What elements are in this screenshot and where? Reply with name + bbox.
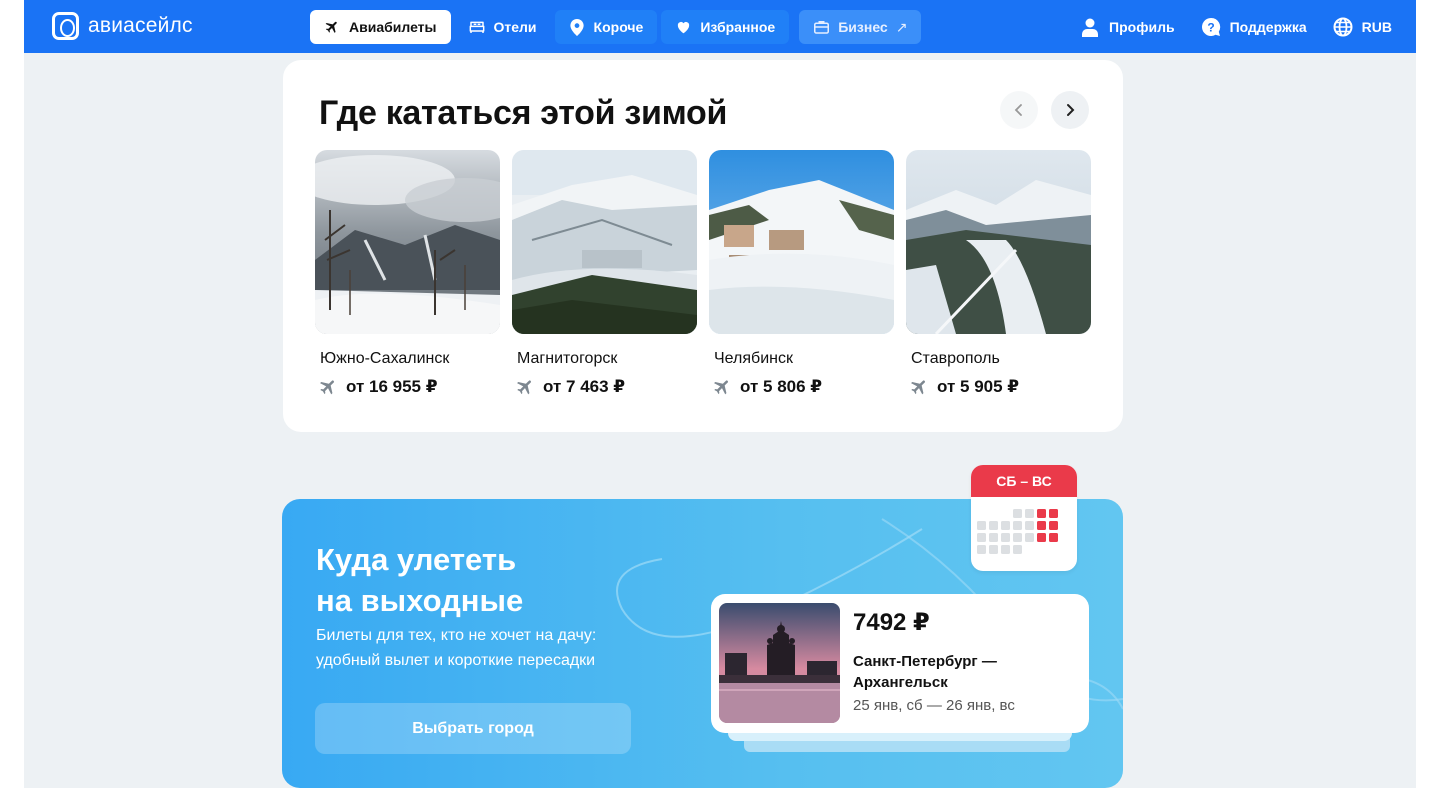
city-photo: [315, 150, 500, 334]
external-link-icon: ↗: [895, 18, 908, 35]
calendar-weekend-cell: [1037, 521, 1046, 530]
briefcase-icon: [813, 19, 829, 35]
winter-destinations-card: Где кататься этой зимой Южно-Сахалинск о…: [283, 60, 1123, 432]
city-card-yuzhno-sakhalinsk[interactable]: Южно-Сахалинск от 16 955 ₽: [315, 150, 500, 397]
calendar-cell: [1013, 533, 1022, 542]
calendar-weekend-cell: [1037, 509, 1046, 518]
app-viewport: авиасейлс Авиабилеты Отели Короче Избран…: [24, 0, 1416, 788]
top-header: авиасейлс Авиабилеты Отели Короче Избран…: [24, 0, 1416, 53]
calendar-cell: [977, 521, 986, 530]
weekend-calendar-badge: СБ – ВС: [971, 465, 1077, 571]
city-price: от 5 905 ₽: [909, 377, 1091, 397]
bed-icon: [469, 19, 485, 35]
profile-link[interactable]: Профиль: [1080, 17, 1175, 37]
city-name: Ставрополь: [911, 350, 1000, 367]
city-card-chelyabinsk[interactable]: Челябинск от 5 806 ₽: [709, 150, 894, 397]
calendar-weekend-cell: [1049, 509, 1058, 518]
calendar-cell: [1013, 509, 1022, 518]
calendar-weekend-cell: [1049, 521, 1058, 530]
calendar-weekend-cell: [1049, 533, 1058, 542]
city-price: от 7 463 ₽: [515, 377, 697, 397]
city-name: Южно-Сахалинск: [320, 350, 450, 367]
city-price: от 5 806 ₽: [712, 377, 894, 397]
calendar-cell: [989, 545, 998, 554]
logo-icon: [52, 12, 79, 40]
section-title: Где кататься этой зимой: [319, 94, 728, 132]
calendar-cell: [1001, 545, 1010, 554]
chevron-right-icon: [1067, 104, 1075, 116]
logo-text: авиасейлс: [88, 14, 193, 37]
heart-icon: [675, 19, 691, 35]
city-photo: [906, 150, 1091, 334]
ticket-dates: 25 янв, сб — 26 янв, вс: [853, 697, 1015, 714]
carousel-next-button[interactable]: [1051, 91, 1089, 129]
city-card-stavropol[interactable]: Ставрополь от 5 905 ₽: [906, 150, 1091, 397]
support-link[interactable]: ? Поддержка: [1201, 17, 1307, 37]
calendar-cell: [989, 533, 998, 542]
nav-tab-flights[interactable]: Авиабилеты: [310, 10, 451, 44]
calendar-cell: [1025, 521, 1034, 530]
calendar-cell: [1025, 509, 1034, 518]
currency-selector[interactable]: RUB: [1333, 17, 1392, 37]
destination-photo: [719, 603, 840, 723]
ticket-card[interactable]: 7492 ₽ Санкт-Петербург — Архангельск 25 …: [711, 594, 1089, 733]
calendar-cell: [977, 545, 986, 554]
choose-city-button[interactable]: Выбрать город: [315, 703, 631, 754]
ticket-route: Санкт-Петербург — Архангельск: [853, 653, 997, 691]
globe-icon: [1333, 17, 1353, 37]
ticket-price: 7492 ₽: [853, 609, 930, 636]
nav-tab-favorites[interactable]: Избранное: [661, 10, 790, 44]
main-nav: Авиабилеты Отели Короче Избранное Бизнес…: [310, 10, 925, 44]
nav-tab-koroche[interactable]: Короче: [554, 10, 658, 44]
city-price: от 16 955 ₽: [318, 377, 500, 397]
nav-tab-business[interactable]: Бизнес ↗: [799, 10, 922, 44]
city-photo: [709, 150, 894, 334]
chevron-left-icon: [1014, 104, 1022, 116]
banner-subtitle: Билеты для тех, кто не хочет на дачу: уд…: [316, 627, 597, 669]
city-photo: [512, 150, 697, 334]
nav-tab-hotels[interactable]: Отели: [455, 10, 551, 44]
city-name: Челябинск: [714, 350, 793, 367]
calendar-cell: [1025, 533, 1034, 542]
location-pin-icon: [569, 18, 585, 36]
calendar-cell: [1001, 521, 1010, 530]
calendar-cell: [1001, 533, 1010, 542]
calendar-weekend-cell: [1037, 533, 1046, 542]
svg-text:?: ?: [1207, 21, 1214, 35]
calendar-cell: [1013, 545, 1022, 554]
city-card-magnitogorsk[interactable]: Магнитогорск от 7 463 ₽: [512, 150, 697, 397]
support-chat-icon: ?: [1201, 17, 1221, 37]
plane-icon: [712, 377, 732, 397]
calendar-cell: [989, 521, 998, 530]
plane-icon: [324, 19, 340, 35]
calendar-cell: [977, 533, 986, 542]
plane-icon: [318, 377, 338, 397]
page: авиасейлс Авиабилеты Отели Короче Избран…: [0, 0, 1440, 800]
calendar-grid-icon: [977, 509, 1058, 554]
user-icon: [1080, 17, 1100, 37]
plane-icon: [909, 377, 929, 397]
header-right-nav: Профиль ? Поддержка RUB: [1080, 10, 1392, 44]
banner-title: Куда улететь на выходные: [316, 542, 524, 618]
city-carousel: Южно-Сахалинск от 16 955 ₽ Магнитогорск …: [315, 150, 1091, 397]
carousel-prev-button[interactable]: [1000, 91, 1038, 129]
plane-icon: [515, 377, 535, 397]
city-name: Магнитогорск: [517, 350, 618, 367]
calendar-cell: [1013, 521, 1022, 530]
calendar-label: СБ – ВС: [971, 465, 1077, 497]
logo[interactable]: авиасейлс: [52, 12, 193, 40]
